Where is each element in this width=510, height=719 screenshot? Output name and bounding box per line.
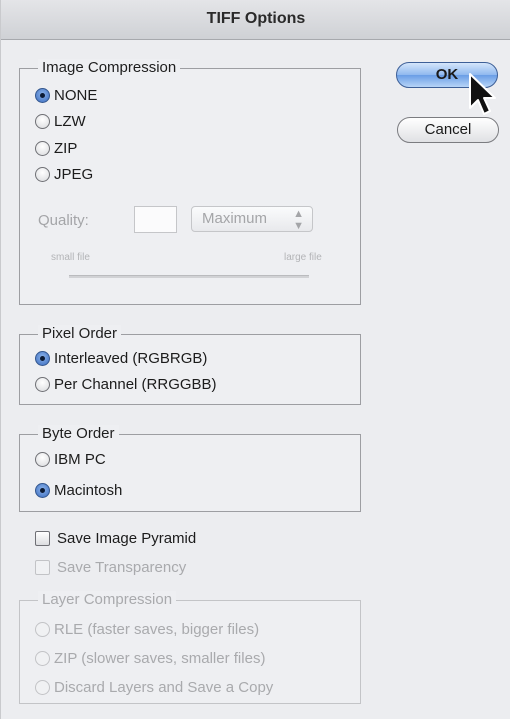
quality-input[interactable]: [134, 206, 177, 233]
quality-select[interactable]: Maximum ▲ ▼: [191, 206, 313, 232]
layer-discard-label: Discard Layers and Save a Copy: [54, 678, 274, 696]
compression-jpeg-label: JPEG: [54, 165, 94, 183]
layer-compression-label: Layer Compression: [38, 591, 177, 608]
radio-selected-icon[interactable]: [35, 482, 50, 498]
tiff-options-dialog: TIFF Options Image Compression NONE LZW …: [0, 0, 510, 719]
byte-order-ibm-option[interactable]: IBM PC: [35, 447, 106, 471]
macintosh-label: Macintosh: [54, 481, 123, 499]
ibm-pc-label: IBM PC: [54, 450, 106, 468]
layer-discard-option: Discard Layers and Save a Copy: [35, 675, 273, 699]
quality-slider[interactable]: [69, 275, 309, 278]
radio-selected-icon[interactable]: [35, 87, 50, 103]
dialog-title: TIFF Options: [206, 10, 306, 27]
image-compression-group: Image Compression NONE LZW ZIP JPEG: [19, 59, 361, 305]
byte-order-group: Byte Order IBM PC Macintosh: [19, 425, 361, 512]
radio-icon[interactable]: [35, 113, 50, 129]
checkbox-icon[interactable]: [35, 530, 50, 546]
pixel-order-label: Pixel Order: [38, 325, 122, 342]
compression-jpeg-option[interactable]: JPEG: [35, 162, 93, 186]
radio-icon[interactable]: [35, 166, 50, 182]
byte-order-mac-option[interactable]: Macintosh: [35, 478, 122, 502]
layer-rle-option: RLE (faster saves, bigger files): [35, 617, 259, 641]
small-file-label: small file: [51, 252, 90, 263]
radio-selected-icon[interactable]: [35, 350, 50, 366]
pixel-order-per-channel-option[interactable]: Per Channel (RRGGBB): [35, 372, 217, 396]
layer-rle-label: RLE (faster saves, bigger files): [54, 620, 260, 638]
cancel-button[interactable]: Cancel: [397, 117, 499, 143]
radio-icon[interactable]: [35, 451, 50, 467]
radio-icon[interactable]: [35, 376, 50, 392]
checkbox-icon: [35, 559, 50, 575]
layer-zip-option: ZIP (slower saves, smaller files): [35, 646, 265, 670]
compression-lzw-label: LZW: [54, 112, 86, 130]
layer-zip-label: ZIP (slower saves, smaller files): [54, 649, 266, 667]
pixel-order-group: Pixel Order Interleaved (RGBRGB) Per Cha…: [19, 325, 361, 405]
select-arrows-icon: ▲ ▼: [293, 208, 304, 232]
mouse-pointer-icon: [469, 73, 496, 115]
radio-icon: [35, 650, 50, 666]
compression-zip-label: ZIP: [54, 139, 78, 157]
save-transparency-label: Save Transparency: [57, 558, 187, 576]
compression-zip-option[interactable]: ZIP: [35, 136, 77, 160]
interleaved-label: Interleaved (RGBRGB): [54, 349, 208, 367]
radio-icon: [35, 679, 50, 695]
title-bar[interactable]: TIFF Options: [1, 0, 510, 40]
layer-compression-group: Layer Compression RLE (faster saves, big…: [19, 591, 361, 704]
image-compression-label: Image Compression: [38, 59, 181, 76]
compression-lzw-option[interactable]: LZW: [35, 109, 86, 133]
quality-label: Quality:: [38, 212, 89, 229]
save-transparency-checkbox: Save Transparency: [35, 555, 186, 579]
quality-select-value: Maximum: [202, 210, 268, 227]
per-channel-label: Per Channel (RRGGBB): [54, 375, 217, 393]
save-image-pyramid-checkbox[interactable]: Save Image Pyramid: [35, 526, 196, 550]
pixel-order-interleaved-option[interactable]: Interleaved (RGBRGB): [35, 346, 207, 370]
compression-none-option[interactable]: NONE: [35, 83, 97, 107]
save-image-pyramid-label: Save Image Pyramid: [57, 529, 197, 547]
byte-order-label: Byte Order: [38, 425, 119, 442]
radio-icon[interactable]: [35, 140, 50, 156]
compression-none-label: NONE: [54, 86, 98, 104]
large-file-label: large file: [284, 252, 322, 263]
radio-icon: [35, 621, 50, 637]
